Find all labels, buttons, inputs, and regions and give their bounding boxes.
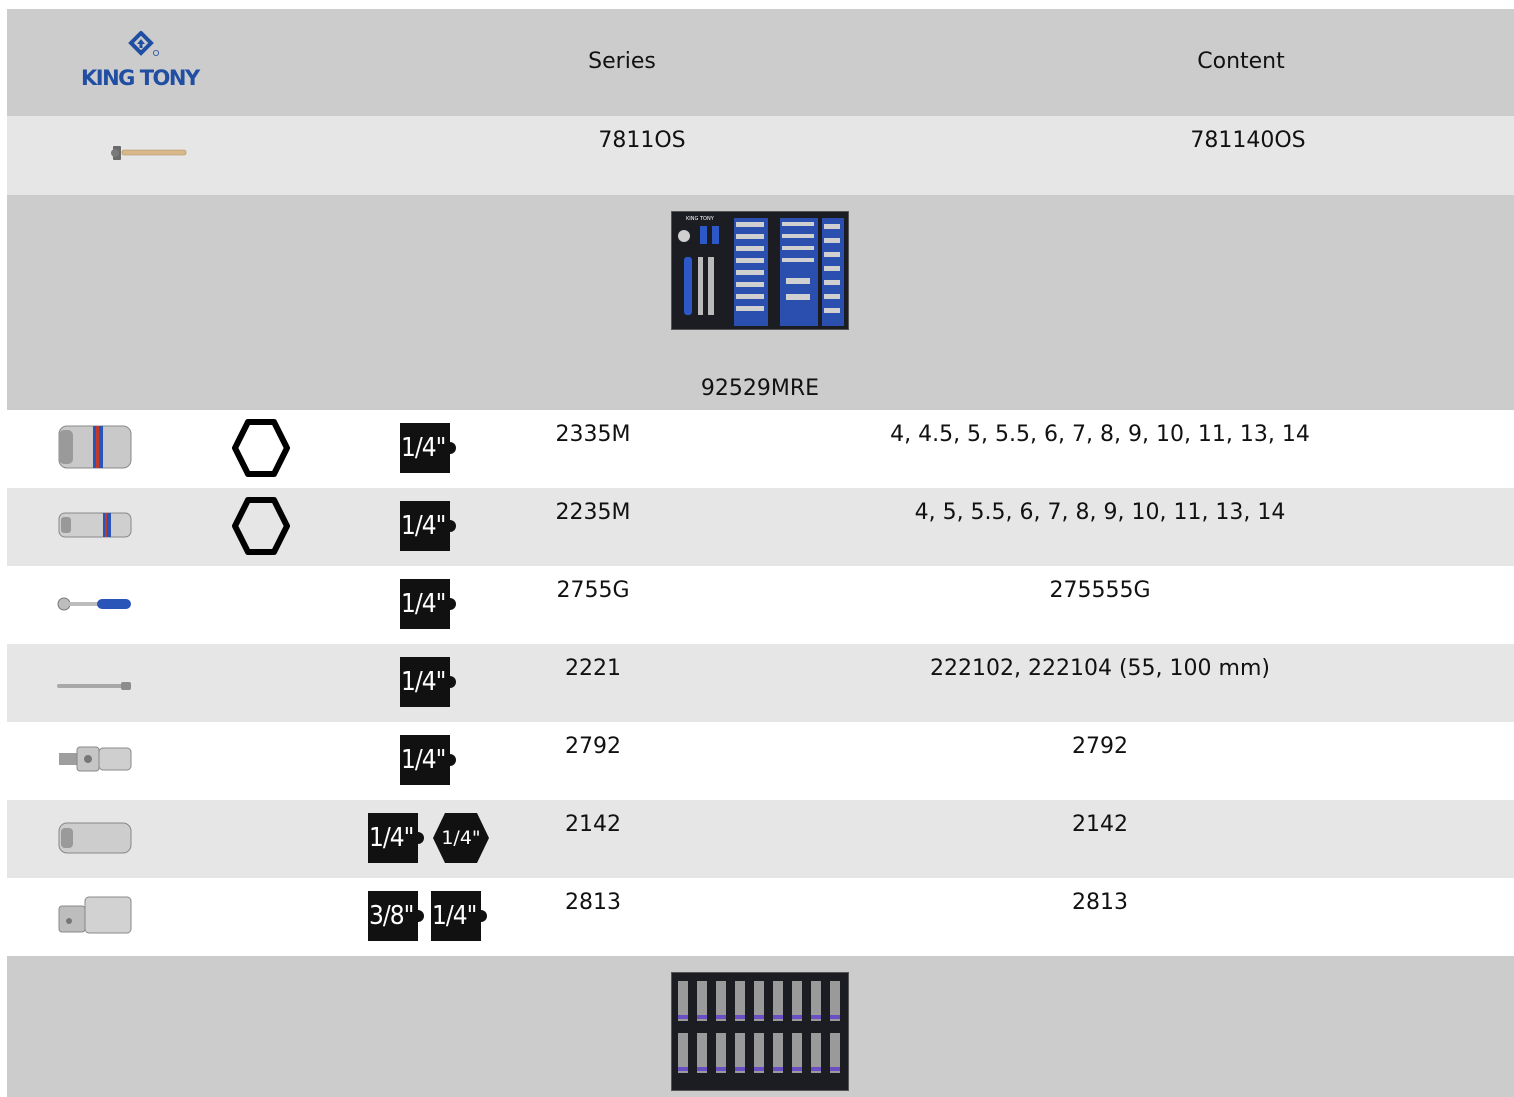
deep-socket-icon (57, 510, 133, 540)
hexagon-profile-icon (231, 418, 291, 478)
section-title: 92529MRE (700, 376, 820, 401)
table-row: 7811OS 781140OS (7, 116, 1514, 195)
table-header: KING TONY Series Content (7, 9, 1514, 116)
series-cell: 2813 (565, 890, 621, 915)
drive-size-badge: 3/8" (368, 891, 424, 941)
content-cell: 4, 5, 5.5, 6, 7, 8, 9, 10, 11, 13, 14 (914, 500, 1286, 525)
king-tony-logo: KING TONY (79, 30, 203, 91)
hex-bit-drive-badge: 1/4" (431, 813, 491, 863)
table-row: 1/4" 1/4" 2142 2142 (7, 800, 1514, 878)
drive-size-badge: 1/4" (400, 657, 456, 707)
content-header: Content (1197, 49, 1285, 74)
drive-size-badge: 1/4" (431, 891, 487, 941)
table-row: 1/4" 2235M 4, 5, 5.5, 6, 7, 8, 9, 10, 11… (7, 488, 1514, 566)
series-cell: 2142 (565, 812, 621, 837)
hammer-icon (110, 142, 190, 164)
ratchet-icon (57, 594, 133, 614)
series-cell: 2792 (565, 734, 621, 759)
table-row: 1/4" 2221 222102, 222104 (55, 100 mm) (7, 644, 1514, 722)
series-cell: 2221 (565, 656, 621, 681)
series-cell: 2335M (555, 422, 631, 447)
adaptor-icon (57, 894, 133, 936)
drive-size-badge: 1/4" (400, 735, 456, 785)
logo-lettering: KING TONY (81, 66, 201, 90)
content-cell: 2792 (1072, 734, 1128, 759)
content-cell: 222102, 222104 (55, 100 mm) (930, 656, 1270, 681)
hexagon-profile-icon (231, 496, 291, 556)
tool-tray-image: KING TONY (671, 211, 849, 330)
table-row: 1/4" 2755G 275555G (7, 566, 1514, 644)
drive-size-badge: 1/4" (400, 501, 456, 551)
content-cell: 275555G (1049, 578, 1151, 603)
table-row: 1/4" 2792 2792 (7, 722, 1514, 800)
table-row: 1/4" 2335M 4, 4.5, 5, 5.5, 6, 7, 8, 9, 1… (7, 410, 1514, 488)
extension-bar-icon (57, 676, 133, 690)
tool-tray-image (671, 972, 849, 1091)
series-cell: 2755G (556, 578, 630, 603)
tray-brand-text: KING TONY (686, 216, 715, 222)
drive-size-badge: 1/4" (400, 579, 456, 629)
content-cell: 2813 (1072, 890, 1128, 915)
content-cell: 4, 4.5, 5, 5.5, 6, 7, 8, 9, 10, 11, 13, … (890, 422, 1310, 447)
content-cell: 2142 (1072, 812, 1128, 837)
drive-size-badge: 1/4" (400, 423, 456, 473)
series-cell: 7811OS (598, 128, 686, 153)
bit-adaptor-icon (57, 820, 133, 856)
section-header: KING TONY 92529MRE (7, 195, 1514, 410)
section-header (7, 956, 1514, 1097)
table-row: 3/8" 1/4" 2813 2813 (7, 878, 1514, 956)
universal-joint-icon (57, 742, 133, 776)
series-header: Series (588, 49, 656, 74)
content-cell: 781140OS (1190, 128, 1306, 153)
hex-bit-drive-label: 1/4" (441, 827, 481, 849)
series-cell: 2235M (555, 500, 631, 525)
drive-size-badge: 1/4" (368, 813, 424, 863)
socket-icon (57, 422, 133, 472)
